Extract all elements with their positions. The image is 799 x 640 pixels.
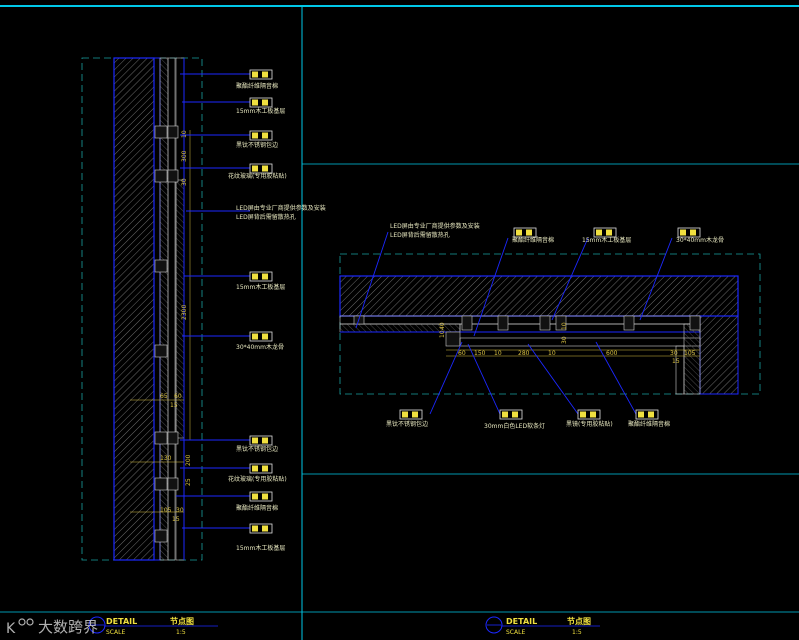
cad-drawing: 聚酯纤维隔音棉 15mm木工板基层 黑钛不锈钢包边 花纹玻璃(专用胶粘贴) LE… <box>0 0 799 640</box>
label: 黑钛不锈钢包边 <box>236 141 278 149</box>
callout-tag-icon <box>577 409 601 420</box>
callout-tag-icon <box>249 163 273 174</box>
label: 15mm木工板基层 <box>236 544 285 552</box>
dim-label: 600 <box>606 350 618 357</box>
label: 黑镜(专用胶粘贴) <box>566 420 613 428</box>
callout-tag-icon <box>249 491 273 502</box>
scale-label: SCALE <box>506 629 525 636</box>
label: 聚酯纤维隔音棉 <box>236 82 278 90</box>
callout-tag-icon <box>249 331 273 342</box>
detail-title: DETAIL <box>106 617 137 626</box>
label: 花纹玻璃(专用胶粘贴) <box>228 475 287 483</box>
callout-tag-icon <box>249 463 273 474</box>
label: 30mm白色LED软条灯 <box>484 422 545 430</box>
detail-title: DETAIL <box>506 617 537 626</box>
dim-label: 105 <box>684 350 696 357</box>
dim-label: 105 <box>160 507 172 514</box>
callout-tag-icon <box>677 227 701 238</box>
drawing-name: 节点图 <box>170 616 194 626</box>
label: 15mm木工板基层 <box>236 107 285 115</box>
callout-tag-icon <box>249 523 273 534</box>
dim-label: 10 <box>561 322 568 330</box>
dim-label: 15 <box>672 358 680 365</box>
drawing-svg: 聚酯纤维隔音棉 15mm木工板基层 黑钛不锈钢包边 花纹玻璃(专用胶粘贴) LE… <box>0 5 799 640</box>
label: 聚酯纤维隔音棉 <box>512 236 554 244</box>
scale-value: 1:5 <box>176 629 186 636</box>
dim-label: 300 <box>181 150 188 162</box>
label: LED屏由专业厂商提供参数及安装 <box>236 204 326 212</box>
title-block-right: DETAIL SCALE 节点图 1:5 <box>485 616 600 636</box>
callout-tag-icon <box>249 97 273 108</box>
dim-label: 60 <box>174 393 182 400</box>
label: 30*40mm木龙骨 <box>676 236 724 244</box>
dim-label: 200 <box>185 454 192 466</box>
callout-tag-icon <box>635 409 659 420</box>
dim-label: 2300 <box>181 305 188 320</box>
dim-label: 280 <box>518 350 530 357</box>
label: LED屏背后需留散热孔 <box>390 231 450 239</box>
callout-tag-icon <box>249 435 273 446</box>
dim-label: 25 <box>185 478 192 486</box>
label: 15mm木工板基层 <box>582 236 631 244</box>
callout-tag-icon <box>249 130 273 141</box>
title-block-left: DETAIL SCALE 节点图 1:5 <box>88 616 218 636</box>
watermark-logo-icon: K <box>6 621 16 637</box>
drawing-name: 节点图 <box>567 616 591 626</box>
label: 聚酯纤维隔音棉 <box>628 420 670 428</box>
dim-label: 65 <box>160 393 168 400</box>
label: 黑钛不锈钢包边 <box>386 420 428 428</box>
dim-label: 30 <box>561 336 568 344</box>
label: LED屏背后需留散热孔 <box>236 213 296 221</box>
label: LED屏由专业厂商提供参数及安装 <box>390 222 480 230</box>
scale-value: 1:5 <box>572 629 582 636</box>
callout-tag-icon <box>249 271 273 282</box>
callout-tag-icon <box>249 69 273 80</box>
label: 黑钛不锈钢包边 <box>236 445 278 453</box>
left-elevation: 聚酯纤维隔音棉 15mm木工板基层 黑钛不锈钢包边 花纹玻璃(专用胶粘贴) LE… <box>81 57 326 561</box>
dim-label: 10 <box>181 130 188 138</box>
dim-label: 10 <box>548 350 556 357</box>
callout-tag-icon <box>513 227 537 238</box>
dim-label: 40 <box>439 322 446 330</box>
label: 花纹玻璃(专用胶粘贴) <box>228 172 287 180</box>
label: 30*40mm木龙骨 <box>236 343 284 351</box>
dim-label: 130 <box>160 455 172 462</box>
dim-label: 10 <box>439 330 446 338</box>
dim-label: 10 <box>494 350 502 357</box>
dim-label: 15 <box>172 516 180 523</box>
dim-label: 30 <box>670 350 678 357</box>
dim-label: 30 <box>176 507 184 514</box>
label: 聚酯纤维隔音棉 <box>236 504 278 512</box>
callout-tag-icon <box>499 409 523 420</box>
dim-label: 60 <box>458 350 466 357</box>
label: 15mm木工板基层 <box>236 283 285 291</box>
watermark-brand: 大数跨界 <box>38 618 98 636</box>
callout-tag-icon <box>593 227 617 238</box>
dim-label: 15 <box>170 402 178 409</box>
dim-label: 30 <box>181 178 188 186</box>
dim-label: 150 <box>474 350 486 357</box>
watermark: K 大数跨界 <box>6 618 98 637</box>
right-section: LED屏由专业厂商提供参数及安装 LED屏背后需留散热孔 聚酯纤维隔音棉 15m… <box>339 222 761 430</box>
scale-label: SCALE <box>106 629 125 636</box>
callout-tag-icon <box>399 409 423 420</box>
